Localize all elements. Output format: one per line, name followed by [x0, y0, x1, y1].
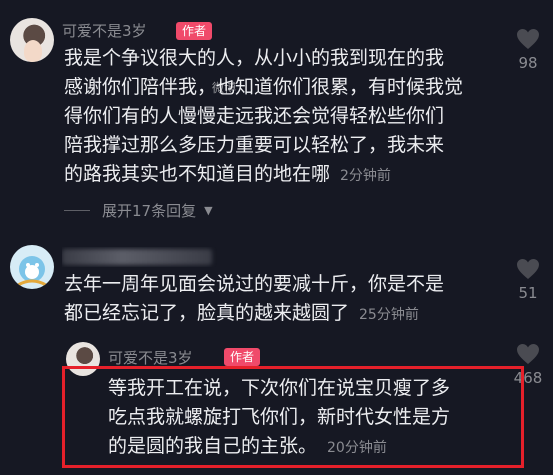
avatar[interactable]: [10, 18, 54, 62]
comment-timestamp: 2分钟前: [340, 168, 391, 184]
heart-icon: [517, 259, 539, 279]
highlight-box: [62, 366, 524, 468]
like-button[interactable]: 51: [503, 258, 553, 302]
comment-text: 我是个争议很大的人，从小小的我到现在的我 感谢你们陪伴我，也知道你们很累，有时候…: [64, 47, 464, 185]
comment-username[interactable]: 可爱不是3岁: [62, 20, 147, 41]
comment-text: 去年一周年见面会说过的要减十斤，你是不是 都已经忘记了，脸真的越来越圆了 25分钟…: [64, 273, 445, 324]
heart-icon: [517, 29, 539, 49]
author-badge: 作者: [176, 22, 213, 40]
heart-icon: [517, 344, 539, 364]
avatar[interactable]: [10, 245, 54, 289]
expand-replies-label: 展开17条回复: [102, 202, 197, 220]
blurred-username: [62, 249, 212, 265]
watermark: 微博: [212, 81, 237, 95]
author-badge: 作者: [224, 348, 261, 366]
like-button[interactable]: 98: [503, 28, 553, 72]
comment-username[interactable]: [62, 247, 222, 267]
cartoon-avatar-icon: [17, 256, 47, 287]
like-count: 51: [518, 284, 538, 302]
comment-timestamp: 25分钟前: [359, 307, 419, 323]
chevron-down-icon: ▼: [204, 204, 213, 217]
comment-username[interactable]: 可爱不是3岁: [108, 347, 193, 368]
divider: [64, 210, 90, 211]
expand-replies-button[interactable]: 展开17条回复 ▼: [64, 200, 213, 221]
like-count: 98: [518, 54, 538, 72]
